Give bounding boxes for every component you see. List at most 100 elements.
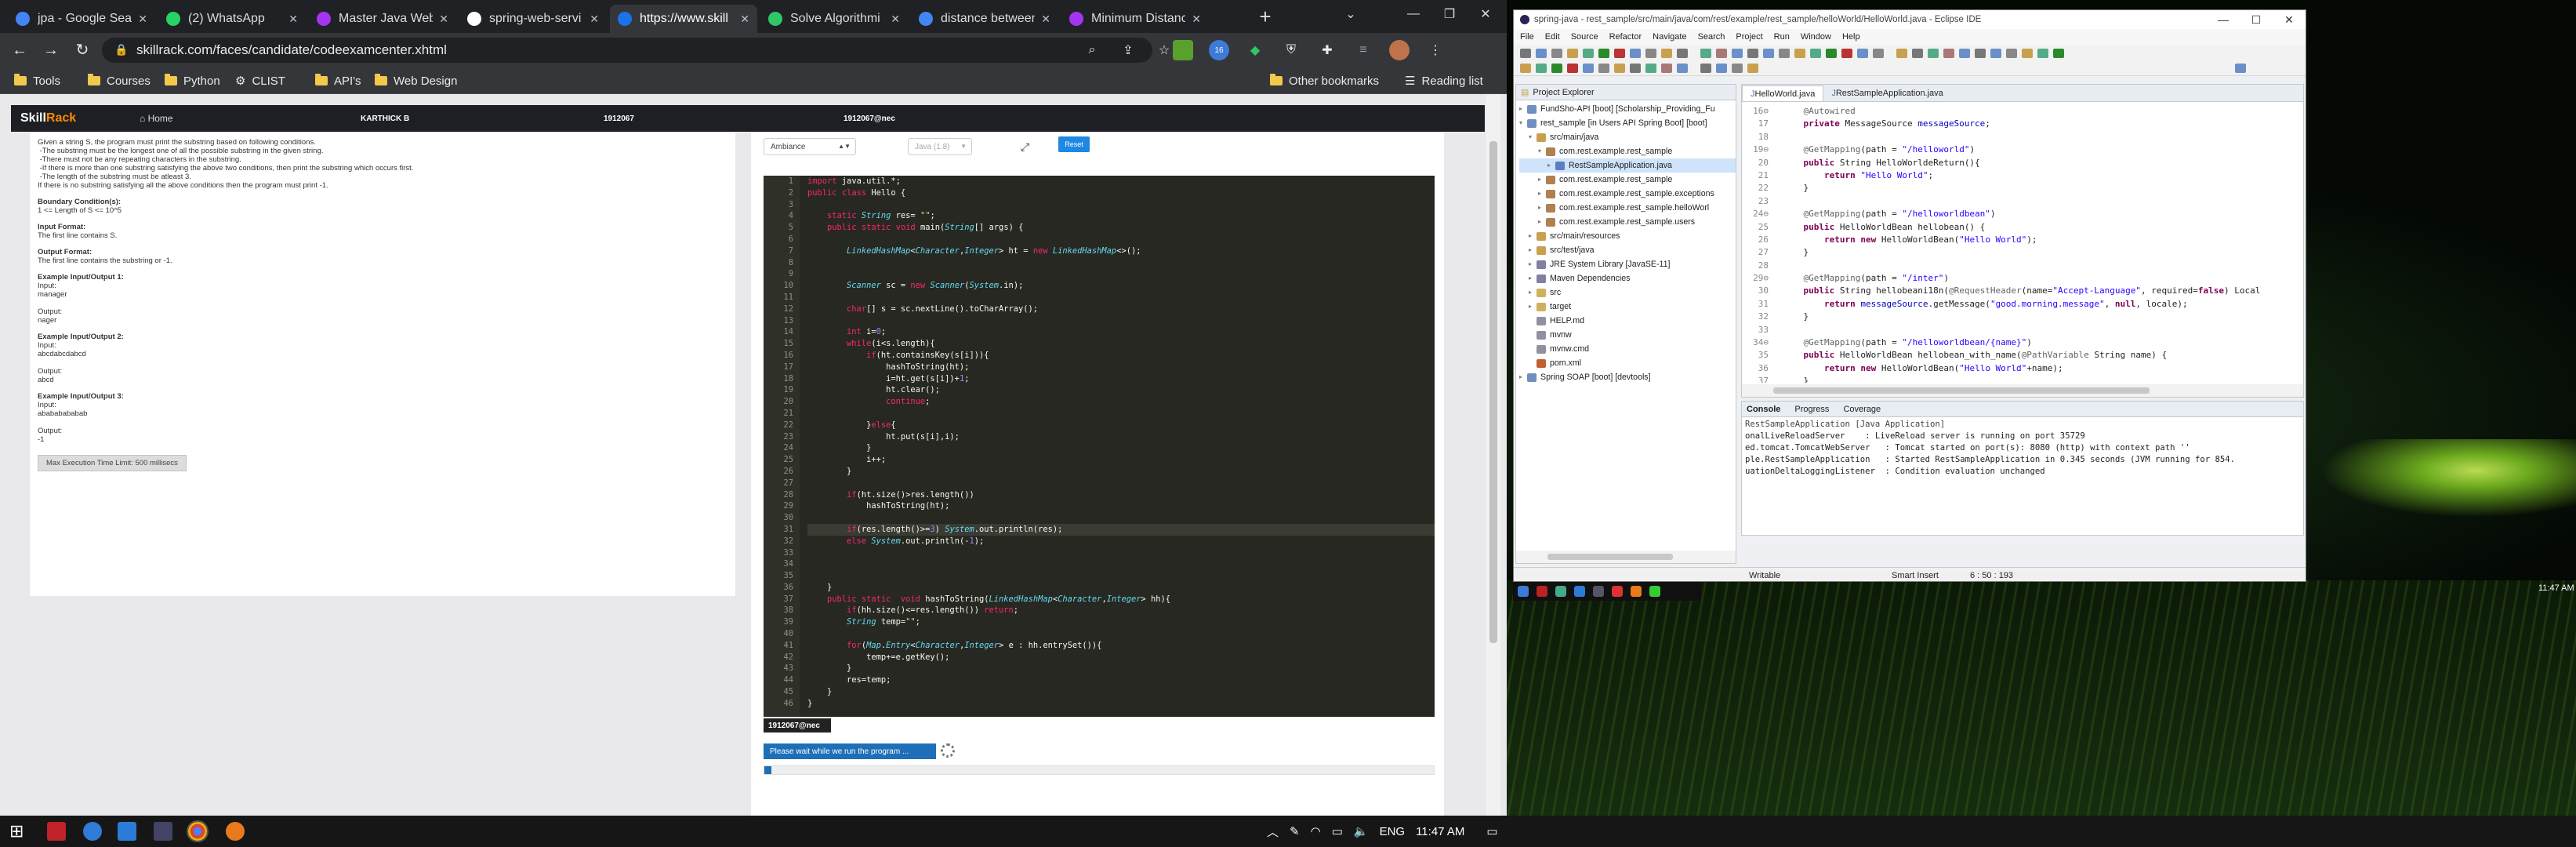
toolbar-icon[interactable]	[1763, 49, 1774, 58]
tree-item[interactable]: pom.xml	[1519, 356, 1736, 370]
tree-toggle-icon[interactable]: ▸	[1529, 285, 1537, 300]
tree-item[interactable]: ▸ Spring SOAP [boot] [devtools]	[1519, 370, 1736, 384]
toolbar-icon[interactable]	[1841, 49, 1852, 58]
bookmark-1[interactable]: Courses	[88, 72, 151, 89]
language-select[interactable]: Java (1.8) ▼	[908, 138, 972, 155]
menu-project[interactable]: Project	[1736, 32, 1762, 42]
toolbar-icon[interactable]	[1645, 49, 1656, 58]
bookmark-2[interactable]: Python	[165, 72, 220, 89]
minimize-button[interactable]: —	[1395, 0, 1431, 28]
tree-item[interactable]: mvnw	[1519, 328, 1736, 342]
shield-icon[interactable]: ⛨	[1281, 40, 1301, 60]
tab-0[interactable]: jpa - Google Sear ✕	[8, 5, 155, 33]
tray-chevron-icon[interactable]: ︿	[1267, 823, 1279, 840]
chrome-menu-icon[interactable]: ⋮	[1425, 40, 1446, 60]
tab-close-icon[interactable]: ✕	[590, 13, 599, 26]
toolbar-icon[interactable]	[1732, 64, 1743, 73]
tab-1[interactable]: (2) WhatsApp ✕	[158, 5, 306, 33]
menu-file[interactable]: File	[1520, 32, 1534, 42]
bookmark-0[interactable]: Tools	[14, 72, 60, 89]
toolbar-icon[interactable]	[1928, 49, 1939, 58]
tab-close-icon[interactable]: ✕	[138, 13, 147, 26]
tree-item[interactable]: ▸ com.rest.example.rest_sample.users	[1519, 215, 1736, 229]
toolbar-icon[interactable]	[2053, 49, 2064, 58]
app-icon[interactable]	[1537, 586, 1547, 597]
tab-search-icon[interactable]: ⌄	[1333, 0, 1369, 28]
toolbar-icon[interactable]	[1677, 64, 1688, 73]
quick-access-icon[interactable]	[2235, 64, 2246, 73]
tree-item[interactable]: ▸ com.rest.example.rest_sample.exceptions	[1519, 187, 1736, 201]
app-icon[interactable]	[1649, 586, 1660, 597]
tree-toggle-icon[interactable]: ▸	[1529, 257, 1537, 271]
tree-toggle-icon[interactable]: ▸	[1538, 173, 1546, 187]
editor-hscroll[interactable]	[1742, 384, 2303, 397]
tree-item[interactable]: ▸ Maven Dependencies	[1519, 271, 1736, 285]
extension-icon[interactable]	[1173, 40, 1193, 60]
toolbar-icon[interactable]	[1598, 49, 1609, 58]
menu-run[interactable]: Run	[1774, 32, 1790, 42]
toolbar-icon[interactable]	[1810, 49, 1821, 58]
toolbar-icon[interactable]	[1520, 64, 1531, 73]
tree-item[interactable]: ▾ com.rest.example.rest_sample	[1519, 144, 1736, 158]
tree-item[interactable]: ▸ FundSho-API [boot] [Scholarship_Providi…	[1519, 102, 1736, 116]
tree-toggle-icon[interactable]: ▸	[1529, 229, 1537, 243]
editor-tab[interactable]: J HelloWorld.java	[1742, 85, 1824, 101]
reading-list[interactable]: ☰ Reading list	[1405, 72, 1483, 89]
toolbar-icon[interactable]	[1732, 49, 1743, 58]
language-indicator[interactable]: ENG	[1380, 825, 1406, 838]
profile-stack-icon[interactable]: ≡	[1353, 40, 1373, 60]
console-tab[interactable]: Console	[1747, 405, 1780, 414]
bookmark-3[interactable]: ⚙ CLIST	[235, 72, 285, 89]
eclipse-close-button[interactable]: ✕	[2273, 10, 2306, 29]
app-icon[interactable]	[1593, 586, 1604, 597]
bookmark-5[interactable]: Web Design	[375, 72, 457, 89]
volume-icon[interactable]: 🔈	[1354, 824, 1369, 838]
tree-toggle-icon[interactable]: ▸	[1538, 201, 1546, 215]
tree-item[interactable]: ▸ src	[1519, 285, 1736, 300]
maximize-button[interactable]: ❐	[1431, 0, 1468, 28]
tree-toggle-icon[interactable]: ▸	[1538, 187, 1546, 201]
taskbar-app-icon[interactable]	[226, 822, 245, 841]
tab-close-icon[interactable]: ✕	[288, 13, 298, 26]
editor-hscroll-thumb[interactable]	[1773, 387, 2150, 394]
vscode-icon[interactable]	[118, 822, 136, 841]
bookmark-4[interactable]: API's	[315, 72, 361, 89]
close-window-button[interactable]: ✕	[1468, 0, 1504, 28]
toolbar-icon[interactable]	[1567, 64, 1578, 73]
tree-toggle-icon[interactable]: ▸	[1529, 300, 1537, 314]
windows-start-icon[interactable]: ⊞	[9, 822, 28, 841]
tray-app-icon[interactable]: ✎	[1290, 824, 1300, 838]
toolbar-icon[interactable]	[1826, 49, 1837, 58]
tree-toggle-icon[interactable]: ▾	[1519, 116, 1527, 130]
tree-item[interactable]: ▾ src/main/java	[1519, 130, 1736, 144]
code-editor[interactable]: 1 2 3 4 5 6 7 8 9 10 11 12 13 14 15 16 17 18 19 20 21 22 23 24 2…	[764, 176, 1435, 717]
eclipse-maximize-button[interactable]: ☐	[2240, 10, 2273, 29]
taskbar-clock[interactable]: 11:47 AM	[1416, 825, 1464, 838]
tab-2[interactable]: Master Java Web ✕	[309, 5, 456, 33]
toolbar-icon[interactable]	[1857, 49, 1868, 58]
toolbar-icon[interactable]	[1583, 49, 1594, 58]
tab-close-icon[interactable]: ✕	[740, 13, 749, 26]
toolbar-icon[interactable]	[1943, 49, 1954, 58]
menu-help[interactable]: Help	[1842, 32, 1860, 42]
tree-item[interactable]: ▸ src/main/resources	[1519, 229, 1736, 243]
toolbar-icon[interactable]	[1975, 49, 1986, 58]
tab-close-icon[interactable]: ✕	[439, 13, 448, 26]
toolbar-icon[interactable]	[1747, 64, 1758, 73]
tree-item[interactable]: ▸ com.rest.example.rest_sample.helloWorl	[1519, 201, 1736, 215]
toolbar-icon[interactable]	[2006, 49, 2017, 58]
extension-badge-icon[interactable]: 16	[1209, 40, 1229, 60]
taskbar-app-icon[interactable]	[47, 822, 66, 841]
toolbar-icon[interactable]	[1794, 49, 1805, 58]
puzzle-icon[interactable]: ✚	[1317, 40, 1337, 60]
toolbar-icon[interactable]	[1779, 49, 1790, 58]
zoom-icon[interactable]: ⌕	[1082, 40, 1102, 60]
forward-icon[interactable]: →	[41, 40, 61, 60]
theme-select[interactable]: Ambiance ▲▼	[764, 138, 856, 155]
tree-toggle-icon[interactable]: ▾	[1538, 144, 1546, 158]
tab-7[interactable]: Minimum Distanc ✕	[1061, 5, 1209, 33]
toolbar-icon[interactable]	[1716, 49, 1727, 58]
tab-3[interactable]: spring-web-servi ✕	[459, 5, 607, 33]
tree-item[interactable]: ▾ rest_sample [in Users API Spring Boot] …	[1519, 116, 1736, 130]
address-bar[interactable]: 🔒 skillrack.com/faces/candidate/codeexam…	[102, 38, 1152, 63]
